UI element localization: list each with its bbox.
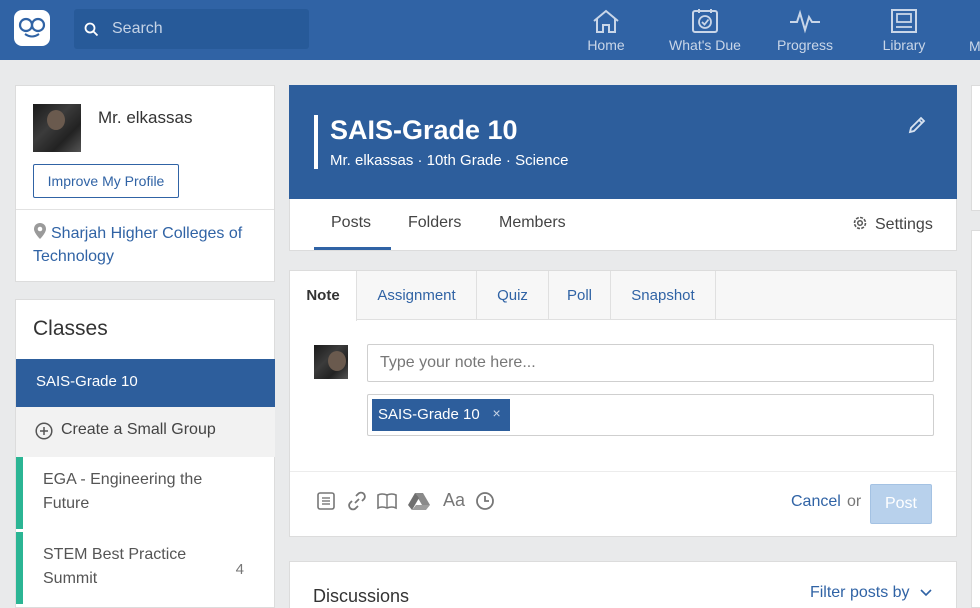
chip-remove-icon[interactable]: × [493,405,501,421]
nav-more[interactable]: M [958,6,980,54]
recipient-chip: SAIS-Grade 10 × [372,399,510,431]
settings-button[interactable]: Settings [851,214,933,234]
edmodo-logo-icon[interactable] [14,10,50,46]
or-label: or [847,493,862,510]
tab-snapshot[interactable]: Snapshot [611,271,716,320]
google-drive-icon[interactable] [407,491,431,511]
group-tabs: Posts Folders Members Settings [289,199,957,251]
filter-posts-dropdown[interactable]: Filter posts by [810,584,932,602]
tab-folders[interactable]: Folders [408,214,461,232]
create-small-group-button[interactable]: Create a Small Group [16,407,275,457]
filter-label: Filter posts by [809,584,910,601]
settings-label: Settings [875,216,933,233]
group-subtitle: Mr. elkassas · 10th Grade · Science [330,152,569,169]
tab-members[interactable]: Members [499,214,566,232]
nav-home[interactable]: Home [561,6,651,54]
header-accent-bar [314,115,318,169]
gear-icon [853,216,867,230]
class-item[interactable]: STEM Best Practice Summit 4 [16,532,275,604]
improve-profile-button[interactable]: Improve My Profile [33,164,179,198]
text-format-icon[interactable]: Aa [443,490,465,511]
active-tab-indicator [314,247,391,250]
nav-more-label: M [969,38,980,54]
divider [290,471,956,472]
calendar-check-icon [692,9,718,33]
class-item[interactable]: EGA - Engineering the Future [16,457,275,529]
composer-avatar [314,345,348,379]
library-icon [891,9,917,33]
right-sidebar-card [971,85,980,211]
nav-home-label: Home [587,37,625,53]
note-input[interactable] [367,344,934,382]
library-book-icon[interactable] [376,491,398,511]
composer-tabs: Note Assignment Quiz Poll Snapshot [290,271,956,321]
tab-quiz[interactable]: Quiz [477,271,549,320]
tab-assignment[interactable]: Assignment [357,271,477,320]
right-sidebar-card [971,230,980,608]
class-item-active[interactable]: SAIS-Grade 10 [16,359,275,407]
group-title: SAIS-Grade 10 [330,115,518,145]
school-name: Sharjah Higher Colleges of Technology [33,225,243,265]
class-item-name: EGA - Engineering the Future [43,471,203,512]
post-composer: Note Assignment Quiz Poll Snapshot SAIS-… [289,270,957,537]
nav-whats-due[interactable]: What's Due [660,6,750,54]
group-header: SAIS-Grade 10 Mr. elkassas · 10th Grade … [289,85,957,199]
tab-note[interactable]: Note [290,271,357,321]
profile-card: Mr. elkassas Improve My Profile Sharjah … [15,85,275,282]
nav-progress[interactable]: Progress [760,6,850,54]
search-input[interactable]: Search [74,9,309,49]
pulse-icon [790,9,820,34]
avatar[interactable] [33,104,81,152]
class-item-count: 4 [235,561,244,578]
plus-circle-icon [35,422,53,440]
clock-icon[interactable] [475,491,495,511]
recipient-chip-label: SAIS-Grade 10 [378,406,480,423]
discussions-card: Discussions Filter posts by [289,561,957,608]
search-icon [84,22,99,37]
search-placeholder: Search [112,20,163,37]
tab-poll[interactable]: Poll [549,271,611,320]
nav-progress-label: Progress [776,37,834,53]
divider [16,209,274,210]
recipients-field[interactable]: SAIS-Grade 10 × [367,394,934,436]
cancel-button[interactable]: Cancel [791,493,841,511]
discussions-title: Discussions [313,586,410,606]
pencil-icon[interactable] [907,115,927,135]
post-button[interactable]: Post [870,484,932,524]
nav-library-label: Library [882,37,926,53]
link-icon[interactable] [347,491,367,511]
top-nav-bar: Search Home What's Due Progress Library [0,0,980,60]
create-small-group-label: Create a Small Group [61,421,216,438]
classes-title: Classes [33,317,108,340]
home-icon [593,9,619,33]
chevron-down-icon [920,589,932,597]
school-link[interactable]: Sharjah Higher Colleges of Technology [33,222,263,268]
file-icon[interactable] [316,491,336,511]
tab-posts[interactable]: Posts [331,214,371,232]
profile-name[interactable]: Mr. elkassas [98,108,192,128]
class-item-name: STEM Best Practice Summit [43,546,187,587]
classes-card: Classes SAIS-Grade 10 Create a Small Gro… [15,299,275,608]
location-pin-icon [34,223,46,239]
nav-library[interactable]: Library [859,6,949,54]
nav-whats-due-label: What's Due [669,37,741,53]
